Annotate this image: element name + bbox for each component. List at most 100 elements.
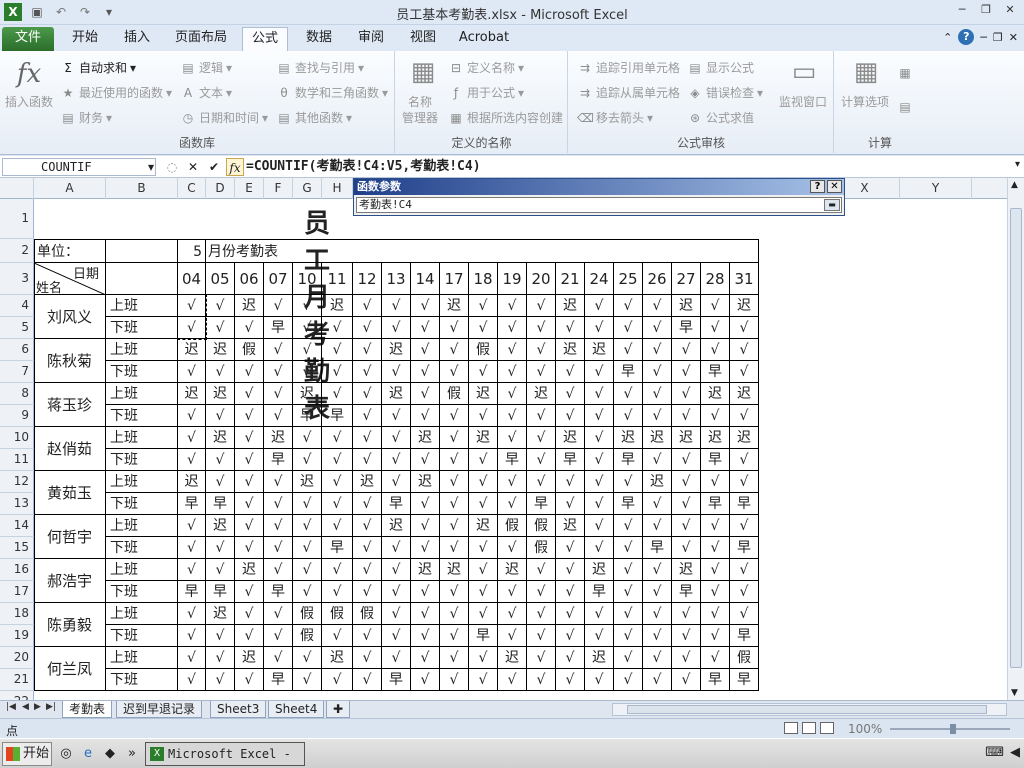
attendance-cell[interactable]: √	[498, 537, 527, 559]
dialog-help-button[interactable]: ?	[810, 180, 825, 193]
attendance-cell[interactable]: √	[730, 449, 759, 471]
select-all-corner[interactable]	[0, 178, 34, 199]
row-header[interactable]: 6	[0, 339, 34, 361]
vertical-scroll-thumb[interactable]	[1010, 208, 1022, 668]
attendance-cell[interactable]: 假	[293, 625, 322, 647]
minimize-button[interactable]: ─	[952, 2, 972, 18]
attendance-cell[interactable]: √	[527, 449, 556, 471]
attendance-cell[interactable]: √	[585, 427, 614, 449]
attendance-cell[interactable]: √	[353, 515, 382, 537]
attendance-cell[interactable]: √	[672, 647, 701, 669]
attendance-cell[interactable]: 假	[527, 515, 556, 537]
row-header[interactable]: 19	[0, 625, 34, 647]
error-check-button[interactable]: ◈ 错误检查 ▾	[687, 84, 763, 101]
date-header-cell[interactable]: 14	[411, 263, 440, 295]
attendance-cell[interactable]: 早	[322, 405, 353, 427]
attendance-cell[interactable]: √	[293, 647, 322, 669]
row-header[interactable]: 1	[0, 199, 34, 239]
watch-window-button[interactable]: 监视窗口	[779, 93, 827, 110]
financial-button[interactable]: ▤ 财务 ▾	[60, 109, 112, 126]
attendance-cell[interactable]: √	[585, 361, 614, 383]
row-header[interactable]: 15	[0, 537, 34, 559]
attendance-cell[interactable]: √	[672, 471, 701, 493]
attendance-cell[interactable]: √	[585, 669, 614, 691]
attendance-cell[interactable]: √	[701, 471, 730, 493]
attendance-cell[interactable]: √	[382, 405, 411, 427]
next-sheet-icon[interactable]: ▶	[34, 702, 41, 712]
attendance-cell[interactable]: √	[293, 515, 322, 537]
attendance-cell[interactable]: √	[382, 581, 411, 603]
attendance-cell[interactable]: √	[178, 361, 206, 383]
attendance-cell[interactable]: √	[643, 449, 672, 471]
horizontal-scrollbar[interactable]	[612, 703, 1007, 716]
attendance-cell[interactable]: √	[701, 295, 730, 317]
expand-dialog-icon[interactable]: ▬	[824, 199, 840, 211]
attendance-cell[interactable]: √	[178, 559, 206, 581]
attendance-cell[interactable]: √	[643, 603, 672, 625]
attendance-cell[interactable]: 迟	[730, 295, 759, 317]
attendance-cell[interactable]: √	[498, 339, 527, 361]
attendance-cell[interactable]: √	[469, 449, 498, 471]
attendance-cell[interactable]: √	[411, 625, 440, 647]
name-box[interactable]: COUNTIF	[2, 158, 156, 176]
attendance-cell[interactable]: √	[469, 537, 498, 559]
attendance-cell[interactable]: 早	[730, 669, 759, 691]
horizontal-scroll-thumb[interactable]	[627, 705, 987, 714]
attendance-cell[interactable]: √	[643, 339, 672, 361]
attendance-cell[interactable]: 早	[206, 493, 235, 515]
attendance-cell[interactable]: √	[498, 669, 527, 691]
attendance-cell[interactable]: √	[206, 537, 235, 559]
attendance-cell[interactable]: √	[353, 559, 382, 581]
row-header[interactable]: 14	[0, 515, 34, 537]
shift-off-cell[interactable]: 下班	[106, 625, 178, 647]
attendance-cell[interactable]: √	[322, 515, 353, 537]
scroll-down-icon[interactable]: ▼	[1011, 688, 1018, 698]
attendance-cell[interactable]: 迟	[672, 295, 701, 317]
attendance-cell[interactable]: √	[411, 295, 440, 317]
attendance-cell[interactable]: √	[382, 449, 411, 471]
attendance-cell[interactable]: √	[235, 361, 264, 383]
shift-off-cell[interactable]: 下班	[106, 581, 178, 603]
attendance-cell[interactable]: √	[701, 581, 730, 603]
attendance-cell[interactable]: √	[235, 625, 264, 647]
attendance-cell[interactable]: √	[527, 295, 556, 317]
attendance-cell[interactable]: 早	[614, 449, 643, 471]
attendance-cell[interactable]: √	[322, 559, 353, 581]
attendance-cell[interactable]: √	[730, 339, 759, 361]
attendance-cell[interactable]: 迟	[178, 471, 206, 493]
attendance-cell[interactable]: √	[527, 405, 556, 427]
attendance-cell[interactable]: √	[672, 383, 701, 405]
attendance-cell[interactable]: √	[498, 603, 527, 625]
attendance-cell[interactable]: 迟	[643, 427, 672, 449]
attendance-cell[interactable]: 迟	[235, 559, 264, 581]
remove-arrows-button[interactable]: ⌫ 移去箭头 ▾	[577, 109, 653, 126]
attendance-cell[interactable]: √	[672, 515, 701, 537]
prev-sheet-icon[interactable]: ◀	[22, 702, 29, 712]
attendance-cell[interactable]: √	[672, 603, 701, 625]
last-sheet-icon[interactable]: ▶|	[46, 702, 56, 712]
speaker-icon[interactable]: ◀	[1010, 745, 1020, 760]
attendance-cell[interactable]: √	[556, 625, 585, 647]
attendance-cell[interactable]: √	[411, 449, 440, 471]
attendance-cell[interactable]: 迟	[585, 559, 614, 581]
attendance-cell[interactable]: 假	[498, 515, 527, 537]
attendance-cell[interactable]: 迟	[382, 383, 411, 405]
attendance-cell[interactable]: √	[730, 317, 759, 339]
attendance-cell[interactable]: √	[498, 471, 527, 493]
attendance-cell[interactable]: √	[527, 625, 556, 647]
attendance-cell[interactable]: √	[527, 647, 556, 669]
attendance-cell[interactable]: 假	[235, 339, 264, 361]
row-header[interactable]: 2	[0, 239, 34, 263]
employee-name-cell[interactable]: 郝浩宇	[34, 559, 106, 603]
attendance-cell[interactable]: √	[411, 383, 440, 405]
attendance-cell[interactable]: 迟	[293, 383, 322, 405]
attendance-cell[interactable]: √	[264, 603, 293, 625]
name-manager-label-2[interactable]: 管理器	[402, 109, 438, 126]
attendance-cell[interactable]: √	[730, 559, 759, 581]
attendance-cell[interactable]: √	[178, 603, 206, 625]
insert-function-icon[interactable]: fx	[226, 158, 244, 176]
attendance-cell[interactable]: √	[353, 581, 382, 603]
date-header-cell[interactable]: 17	[440, 263, 469, 295]
attendance-cell[interactable]: √	[235, 603, 264, 625]
attendance-cell[interactable]: √	[527, 427, 556, 449]
